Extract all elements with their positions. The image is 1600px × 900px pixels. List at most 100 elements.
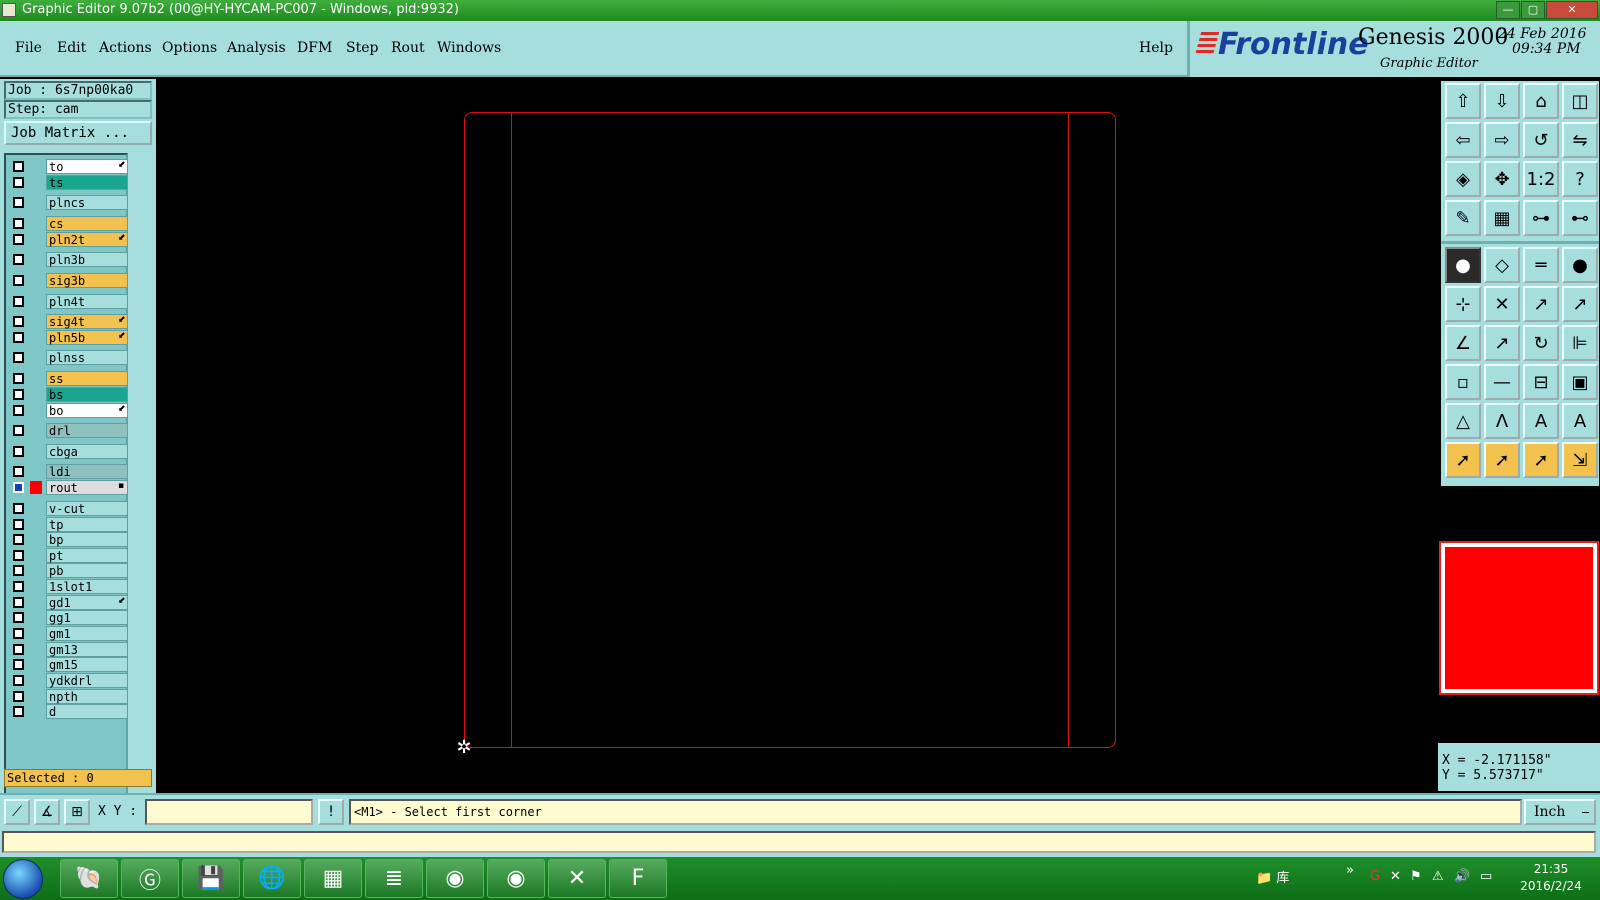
layer-row[interactable]: pln4t <box>10 294 128 309</box>
layer-name[interactable]: pln2t <box>46 232 128 247</box>
layer-name[interactable]: gm15 <box>46 657 128 672</box>
tool-button-icon[interactable]: ⇋ <box>1562 122 1598 158</box>
layer-row[interactable]: to ⬋ <box>10 159 128 174</box>
layer-checkbox[interactable] <box>13 218 24 229</box>
start-button[interactable] <box>3 859 43 899</box>
layer-row[interactable]: gg1 <box>10 610 128 625</box>
layer-name[interactable]: v-cut <box>46 501 128 516</box>
tool-button-icon[interactable]: ? <box>1562 161 1598 197</box>
menu-windows[interactable]: Windows <box>437 40 501 56</box>
layer-row[interactable]: ldi <box>10 464 128 479</box>
layer-row[interactable]: bo ⬋ <box>10 403 128 418</box>
layer-checkbox[interactable] <box>13 519 24 530</box>
taskbar-app-icon[interactable]: ◉ <box>487 859 545 898</box>
tool-button-icon[interactable]: ⊷ <box>1562 200 1598 236</box>
tray-expand-icon[interactable]: » <box>1346 863 1354 878</box>
tool-button-icon[interactable]: ◇ <box>1484 247 1520 283</box>
taskbar-app-icon[interactable]: Ⓖ <box>121 859 179 898</box>
layer-row[interactable]: plnss <box>10 350 128 365</box>
layer-row[interactable]: ts <box>10 175 128 190</box>
layer-checkbox[interactable] <box>13 332 24 343</box>
layer-name[interactable]: ss <box>46 371 128 386</box>
layer-name[interactable]: gm1 <box>46 626 128 641</box>
layer-checkbox[interactable] <box>13 581 24 592</box>
tool-button-icon[interactable]: ∠ <box>1445 325 1481 361</box>
layer-name[interactable]: pln3b <box>46 252 128 267</box>
tool-button-icon[interactable]: ▫ <box>1445 364 1481 400</box>
tool-button-icon[interactable]: A <box>1562 403 1598 439</box>
layer-name[interactable]: pln4t <box>46 294 128 309</box>
layer-checkbox[interactable] <box>13 675 24 686</box>
tool-button-icon[interactable]: ✎ <box>1445 200 1481 236</box>
minimize-button[interactable]: — <box>1496 1 1520 19</box>
layer-name[interactable]: pt <box>46 548 128 563</box>
layer-name[interactable]: plncs <box>46 195 128 210</box>
layer-row[interactable]: gm1 <box>10 626 128 641</box>
tool-button-icon[interactable]: △ <box>1445 403 1481 439</box>
layer-row[interactable]: gm15 <box>10 657 128 672</box>
layer-row[interactable]: cs <box>10 216 128 231</box>
layer-checkbox[interactable] <box>13 405 24 416</box>
tray-folder[interactable]: 📁 库 <box>1256 867 1289 886</box>
layer-checkbox[interactable] <box>13 197 24 208</box>
layer-checkbox[interactable] <box>13 177 24 188</box>
layer-checkbox[interactable] <box>13 550 24 561</box>
menu-edit[interactable]: Edit <box>57 40 86 56</box>
layer-checkbox[interactable] <box>13 446 24 457</box>
menu-file[interactable]: File <box>15 40 42 56</box>
layer-row[interactable]: plncs <box>10 195 128 210</box>
layer-name[interactable]: sig4t <box>46 314 128 329</box>
layer-row[interactable]: npth <box>10 689 128 704</box>
tool-button-icon[interactable]: A <box>1523 403 1559 439</box>
layer-checkbox[interactable] <box>13 691 24 702</box>
menu-options[interactable]: Options <box>162 40 217 56</box>
layer-name[interactable]: gd1 <box>46 595 128 610</box>
tool-button-icon[interactable]: ⊟ <box>1523 364 1559 400</box>
layer-name[interactable]: gm13 <box>46 642 128 657</box>
layer-checkbox[interactable] <box>13 373 24 384</box>
taskbar-app-icon[interactable]: ≣ <box>365 859 423 898</box>
layer-name[interactable]: sig3b <box>46 273 128 288</box>
layer-checkbox[interactable] <box>13 234 24 245</box>
layer-name[interactable]: gg1 <box>46 610 128 625</box>
layer-row[interactable]: tp <box>10 517 128 532</box>
taskbar-app-icon[interactable]: ✕ <box>548 859 606 898</box>
tool-button-icon[interactable]: ● <box>1562 247 1598 283</box>
taskbar-app-icon[interactable]: ◉ <box>426 859 484 898</box>
layer-name[interactable]: to <box>46 159 128 174</box>
layer-name[interactable]: cbga <box>46 444 128 459</box>
graphic-canvas[interactable]: ✲ <box>156 79 1438 793</box>
layer-name[interactable]: bs <box>46 387 128 402</box>
layer-checkbox[interactable] <box>13 254 24 265</box>
layer-name[interactable]: pln5b <box>46 330 128 345</box>
overview-map[interactable] <box>1439 541 1599 695</box>
tool-button-icon[interactable]: ⇲ <box>1562 442 1598 478</box>
measure-icon[interactable]: ∡ <box>34 799 60 825</box>
layer-row[interactable]: cbga <box>10 444 128 459</box>
menu-dfm[interactable]: DFM <box>297 40 332 56</box>
job-matrix-button[interactable]: Job Matrix ... <box>4 121 152 145</box>
xy-input[interactable] <box>145 799 313 825</box>
tray-flag-icon[interactable]: ⚑ <box>1410 869 1422 884</box>
layer-checkbox[interactable] <box>13 352 24 363</box>
layer-row[interactable]: pt <box>10 548 128 563</box>
tray-volume-icon[interactable]: 🔊 <box>1454 869 1470 884</box>
layer-name[interactable]: drl <box>46 423 128 438</box>
snap-icon[interactable]: ⟋ <box>4 799 30 825</box>
layer-name[interactable]: tp <box>46 517 128 532</box>
tool-button-icon[interactable]: ⇨ <box>1484 122 1520 158</box>
tool-button-icon[interactable]: ⌂ <box>1523 83 1559 119</box>
menu-analysis[interactable]: Analysis <box>227 40 286 56</box>
tool-button-icon[interactable]: ⊶ <box>1523 200 1559 236</box>
taskbar-clock[interactable]: 21:35 2016/2/24 <box>1508 861 1594 895</box>
tray-network-icon[interactable]: ⚠ <box>1432 869 1444 884</box>
layer-checkbox[interactable] <box>13 565 24 576</box>
tool-button-icon[interactable]: ↗ <box>1484 325 1520 361</box>
taskbar-app-icon[interactable]: ▦ <box>304 859 362 898</box>
tool-button-icon[interactable]: ▦ <box>1484 200 1520 236</box>
tray-g-icon[interactable]: G <box>1370 869 1380 884</box>
layer-checkbox[interactable] <box>13 612 24 623</box>
layer-checkbox[interactable] <box>13 296 24 307</box>
tool-button-icon[interactable]: ↗ <box>1523 286 1559 322</box>
layer-checkbox[interactable] <box>13 316 24 327</box>
